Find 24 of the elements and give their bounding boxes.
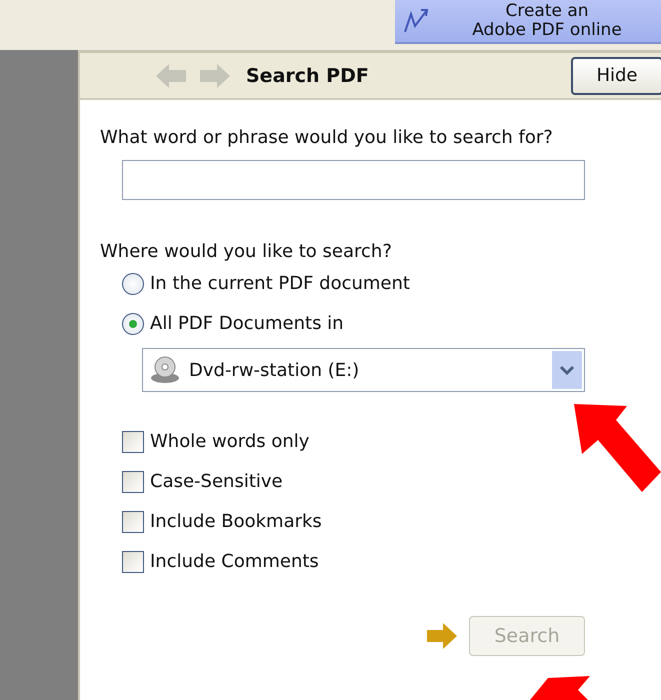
- radio-button[interactable]: [122, 273, 144, 295]
- checkbox[interactable]: [122, 431, 144, 453]
- location-dropdown[interactable]: Dvd-rw-station (E:): [142, 348, 585, 392]
- annotation-arrow: [530, 676, 590, 700]
- checkbox[interactable]: [122, 551, 144, 573]
- checkbox-label: Include Bookmarks: [150, 510, 322, 534]
- query-input[interactable]: [122, 160, 585, 200]
- arrow-icon: [425, 621, 459, 651]
- create-pdf-online-button[interactable]: Create an Adobe PDF online: [395, 0, 661, 44]
- query-label: What word or phrase would you like to search for?: [100, 126, 554, 150]
- checkbox-label: Include Comments: [150, 550, 319, 574]
- chevron-down-icon: [559, 365, 575, 375]
- radio-label: In the current PDF document: [150, 272, 410, 296]
- hide-button[interactable]: Hide: [571, 56, 661, 94]
- scope-label: Where would you like to search?: [100, 240, 393, 264]
- checkbox-label: Case-Sensitive: [150, 470, 283, 494]
- radio-label: All PDF Documents in: [150, 312, 344, 336]
- checkbox[interactable]: [122, 511, 144, 533]
- panel-title: Search PDF: [246, 64, 370, 86]
- radio-button[interactable]: [122, 313, 144, 335]
- checkbox[interactable]: [122, 471, 144, 493]
- disc-drive-icon: [149, 355, 181, 385]
- checkbox-label: Whole words only: [150, 430, 310, 454]
- dropdown-button[interactable]: [552, 351, 582, 389]
